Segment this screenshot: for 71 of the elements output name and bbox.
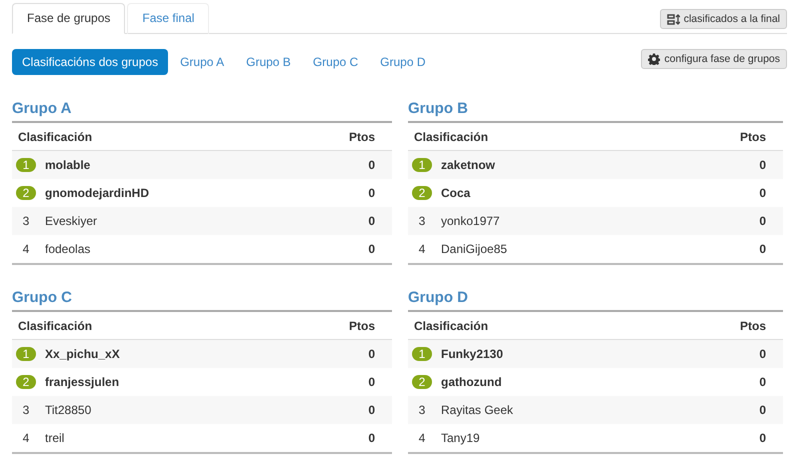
player-name: treil <box>45 431 66 445</box>
player-name: Funky2130 <box>441 347 504 361</box>
position-number: 4 <box>22 431 30 445</box>
settings-icon <box>648 53 660 65</box>
group-title: Grupo C <box>12 289 392 312</box>
points-cell: 0 <box>368 375 375 389</box>
points-cell: 0 <box>368 186 375 200</box>
player-name: Tit28850 <box>45 403 92 417</box>
points-cell: 0 <box>368 158 375 172</box>
group-title: Grupo D <box>408 289 783 312</box>
position-badge: 1 <box>412 347 432 361</box>
group-pill[interactable]: Clasificacións dos grupos <box>12 49 168 75</box>
position-badge: 1 <box>16 347 36 361</box>
position-badge: 2 <box>16 186 36 200</box>
position-badge: 2 <box>412 186 432 200</box>
points-cell: 0 <box>368 214 375 228</box>
player-name: gathozund <box>441 375 503 389</box>
group-pill[interactable]: Grupo C <box>302 49 368 75</box>
group-pill[interactable]: Grupo A <box>170 49 234 75</box>
column-header: Clasificación <box>18 318 92 332</box>
points-cell: 0 <box>759 158 766 172</box>
player-name: Coca <box>441 186 472 200</box>
tab[interactable]: Fase de grupos <box>12 3 126 34</box>
column-header: Clasificación <box>414 318 488 332</box>
player-name: fodeolas <box>45 242 92 256</box>
column-header: Ptos <box>740 130 766 144</box>
group-pill[interactable]: Grupo D <box>370 49 436 75</box>
player-name: yonko1977 <box>441 214 501 228</box>
position-number: 3 <box>22 214 30 228</box>
group-title: Grupo A <box>12 100 392 123</box>
points-cell: 0 <box>759 186 766 200</box>
position-number: 4 <box>22 242 30 256</box>
points-cell: 0 <box>368 242 375 256</box>
position-badge: 1 <box>412 158 432 172</box>
position-badge: 2 <box>16 375 36 389</box>
points-cell: 0 <box>759 375 766 389</box>
column-header: Ptos <box>348 130 375 144</box>
points-cell: 0 <box>368 431 375 445</box>
position-number: 4 <box>418 242 426 256</box>
points-cell: 0 <box>368 347 375 361</box>
player-name: zaketnow <box>441 158 496 172</box>
points-cell: 0 <box>759 403 766 417</box>
column-header: Clasificación <box>414 130 488 144</box>
column-header: Ptos <box>740 318 766 332</box>
position-number: 4 <box>418 431 426 445</box>
points-cell: 0 <box>759 431 766 445</box>
configure-button[interactable]: configura fase de grupos <box>641 49 787 69</box>
player-name: DaniGijoe85 <box>441 242 508 256</box>
position-number: 3 <box>418 214 426 228</box>
points-cell: 0 <box>759 347 766 361</box>
qualified-to-final-button[interactable]: clasificados a la final <box>660 9 787 29</box>
position-number: 3 <box>418 403 426 417</box>
points-cell: 0 <box>759 242 766 256</box>
player-name: molable <box>45 158 92 172</box>
position-badge: 2 <box>412 375 432 389</box>
column-header: Ptos <box>348 318 375 332</box>
player-name: gnomodejardinHD <box>45 186 150 200</box>
swap-icon <box>666 14 680 24</box>
player-name: Tany19 <box>441 431 481 445</box>
column-header: Clasificación <box>18 130 92 144</box>
player-name: Xx_pichu_xX <box>45 347 121 361</box>
player-name: Rayitas Geek <box>441 403 514 417</box>
group-pill[interactable]: Grupo B <box>236 49 301 75</box>
position-number: 3 <box>22 403 30 417</box>
group-title: Grupo B <box>408 100 783 123</box>
player-name: Eveskiyer <box>45 214 98 228</box>
points-cell: 0 <box>759 214 766 228</box>
player-name: franjessjulen <box>45 375 120 389</box>
points-cell: 0 <box>368 403 375 417</box>
tab[interactable]: Fase final <box>127 3 210 34</box>
position-badge: 1 <box>16 158 36 172</box>
